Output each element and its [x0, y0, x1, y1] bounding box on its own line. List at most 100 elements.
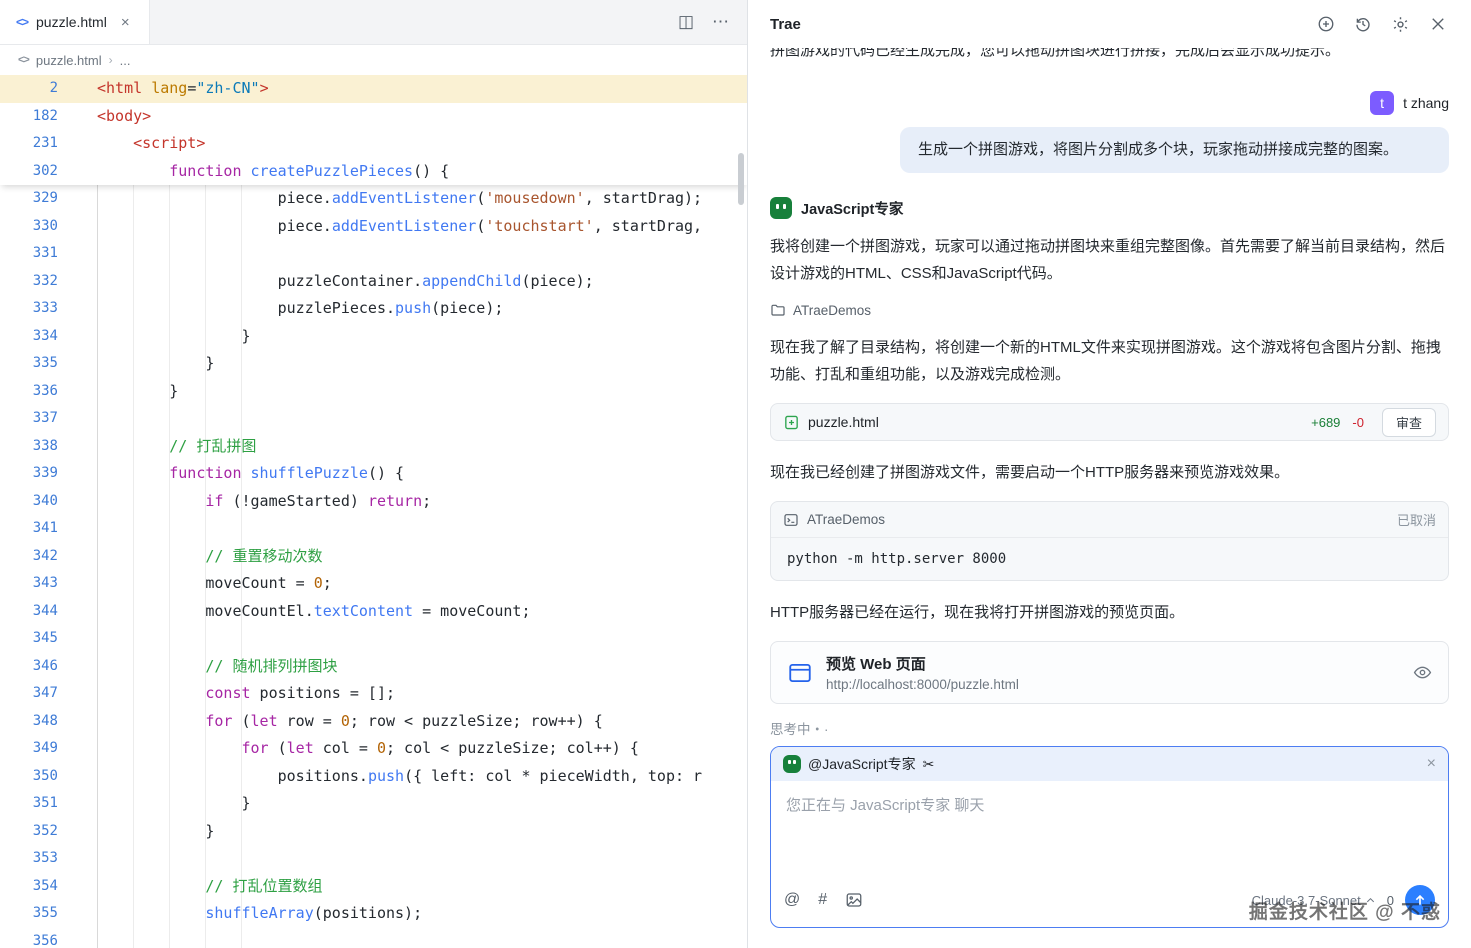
line-number: 350: [32, 767, 58, 784]
code-line[interactable]: 343 moveCount = 0;: [0, 570, 747, 598]
line-code: positions.push({ left: col * pieceWidth,…: [97, 766, 703, 785]
code-line[interactable]: 331: [0, 240, 747, 268]
editor-more-icon[interactable]: ⋯: [712, 12, 729, 32]
code-line[interactable]: 337: [0, 405, 747, 433]
token-counter: 0: [1386, 892, 1394, 908]
line-number: 340: [32, 492, 58, 509]
code-line[interactable]: 333 puzzlePieces.push(piece);: [0, 295, 747, 323]
changed-file-name: puzzle.html: [808, 414, 879, 430]
line-code: // 打乱位置数组: [205, 876, 323, 895]
web-preview-card[interactable]: 预览 Web 页面 http://localhost:8000/puzzle.h…: [770, 641, 1449, 704]
code-line[interactable]: 352 }: [0, 818, 747, 846]
line-number: 351: [32, 795, 58, 811]
diff-added-count: +689: [1311, 414, 1341, 430]
file-change-card[interactable]: puzzle.html +689 -0 审查: [770, 403, 1449, 441]
context-hash-icon[interactable]: #: [818, 891, 827, 909]
line-number: 349: [32, 740, 58, 756]
tab-close-icon[interactable]: ×: [121, 14, 130, 31]
code-line[interactable]: 355 shuffleArray(positions);: [0, 900, 747, 928]
code-line[interactable]: 351 }: [0, 790, 747, 818]
code-line[interactable]: 341: [0, 515, 747, 543]
close-panel-icon[interactable]: [1429, 15, 1447, 33]
code-line[interactable]: 349 for (let col = 0; col < puzzleSize; …: [0, 735, 747, 763]
code-line[interactable]: 348 for (let row = 0; row < puzzleSize; …: [0, 708, 747, 736]
code-line[interactable]: 338 // 打乱拼图: [0, 433, 747, 461]
code-line[interactable]: 335 }: [0, 350, 747, 378]
line-code: <html lang="zh-CN">: [97, 79, 269, 97]
sticky-scroll: 2 <html lang="zh-CN"> 182 <body> 231 <script…: [0, 75, 747, 185]
review-button[interactable]: 审查: [1381, 407, 1436, 437]
code-line[interactable]: 339 function shufflePuzzle() {: [0, 460, 747, 488]
editor-pane: <> puzzle.html × ◫ ⋯ <> puzzle.html › ..…: [0, 0, 748, 948]
code-line[interactable]: 354 // 打乱位置数组: [0, 873, 747, 901]
code-line[interactable]: 350 positions.push({ left: col * pieceWi…: [0, 763, 747, 791]
editor-scrollbar-thumb[interactable]: [738, 153, 744, 205]
model-selector[interactable]: Claude-3.7-Sonnet: [1252, 893, 1376, 908]
line-code: // 打乱拼图: [169, 436, 257, 455]
preview-title: 预览 Web 页面: [826, 656, 926, 673]
code-line[interactable]: 336 }: [0, 378, 747, 406]
code-line[interactable]: 340 if (!gameStarted) return;: [0, 488, 747, 516]
line-code: }: [97, 381, 179, 400]
attach-image-icon[interactable]: [845, 891, 863, 909]
code-line[interactable]: 346 // 随机排列拼图块: [0, 653, 747, 681]
code-line[interactable]: 302 function createPuzzlePieces() {: [0, 158, 747, 186]
chat-input[interactable]: 您正在与 JavaScript专家 聊天: [771, 781, 1448, 885]
composer-close-icon[interactable]: ×: [1427, 755, 1436, 773]
line-code: moveCountEl.textContent = moveCount;: [97, 601, 531, 620]
scissors-icon[interactable]: ✂: [923, 756, 935, 773]
line-code: piece.addEventListener('mousedown', star…: [97, 189, 703, 207]
editor-actions: ◫ ⋯: [678, 0, 747, 44]
eye-icon[interactable]: [1413, 663, 1432, 682]
send-button[interactable]: [1405, 885, 1435, 915]
code-line[interactable]: 356: [0, 928, 747, 948]
chat-composer: @JavaScript专家 ✂ × 您正在与 JavaScript专家 聊天 @…: [770, 746, 1449, 928]
diff-removed-count: -0: [1352, 414, 1364, 430]
composer-header: @JavaScript专家 ✂ ×: [771, 747, 1448, 781]
chat-pane: Trae 拼图游戏的代码已经生成完成，您可以拖动拼图块进行拼接，完成后会显示成功…: [748, 0, 1471, 948]
line-code: }: [97, 821, 215, 840]
user-message-bubble: 生成一个拼图游戏，将图片分割成多个块，玩家拖动拼接成完整的图案。: [900, 127, 1449, 173]
tab-puzzle-html[interactable]: <> puzzle.html ×: [0, 0, 150, 44]
line-code: for (let row = 0; row < puzzleSize; row+…: [205, 711, 603, 730]
line-number: 356: [32, 932, 58, 948]
line-code: if (!gameStarted) return;: [205, 491, 432, 510]
code-editor[interactable]: 2 <html lang="zh-CN"> 182 <body> 231 <script…: [0, 75, 747, 948]
preview-url[interactable]: http://localhost:8000/puzzle.html: [826, 677, 1019, 692]
split-editor-icon[interactable]: ◫: [678, 12, 694, 32]
breadcrumb-file[interactable]: puzzle.html: [36, 53, 102, 68]
history-icon[interactable]: [1354, 15, 1372, 33]
line-number: 342: [32, 547, 58, 564]
code-line[interactable]: 332 puzzleContainer.appendChild(piece);: [0, 268, 747, 296]
agent-name: JavaScript专家: [801, 201, 904, 218]
thinking-status: 思考中・·: [770, 722, 829, 737]
code-line[interactable]: 329 piece.addEventListener('mousedown', …: [0, 185, 747, 213]
line-number: 302: [32, 162, 58, 179]
new-chat-icon[interactable]: [1317, 15, 1335, 33]
code-line[interactable]: 334 }: [0, 323, 747, 351]
line-code: piece.addEventListener('touchstart', sta…: [97, 216, 712, 235]
code-line[interactable]: 353: [0, 845, 747, 873]
code-line[interactable]: 182 <body>: [0, 103, 747, 131]
code-line[interactable]: 347 const positions = [];: [0, 680, 747, 708]
javascript-expert-icon: [770, 197, 792, 219]
user-avatar: t: [1370, 91, 1395, 115]
code-line[interactable]: 330 piece.addEventListener('touchstart',…: [0, 213, 747, 241]
line-number: 329: [32, 190, 58, 206]
workspace-reference[interactable]: ATraeDemos: [770, 302, 1449, 318]
breadcrumb-more[interactable]: ...: [120, 53, 131, 68]
code-line[interactable]: 342 // 重置移动次数: [0, 543, 747, 571]
line-code: <body>: [97, 106, 152, 125]
terminal-card[interactable]: ATraeDemos 已取消 python -m http.server 800…: [770, 501, 1449, 581]
code-line[interactable]: 2 <html lang="zh-CN">: [0, 75, 747, 103]
assistant-paragraph: 现在我了解了目录结构，将创建一个新的HTML文件来实现拼图游戏。这个游戏将包含图…: [770, 339, 1441, 383]
code-line[interactable]: 231 <script>: [0, 130, 747, 158]
line-number: 231: [32, 135, 58, 151]
code-line[interactable]: 344 moveCountEl.textContent = moveCount;: [0, 598, 747, 626]
mention-at-icon[interactable]: @: [784, 891, 800, 909]
code-line[interactable]: 345: [0, 625, 747, 653]
chat-header-icons: [1317, 15, 1447, 34]
settings-gear-icon[interactable]: [1391, 15, 1410, 34]
